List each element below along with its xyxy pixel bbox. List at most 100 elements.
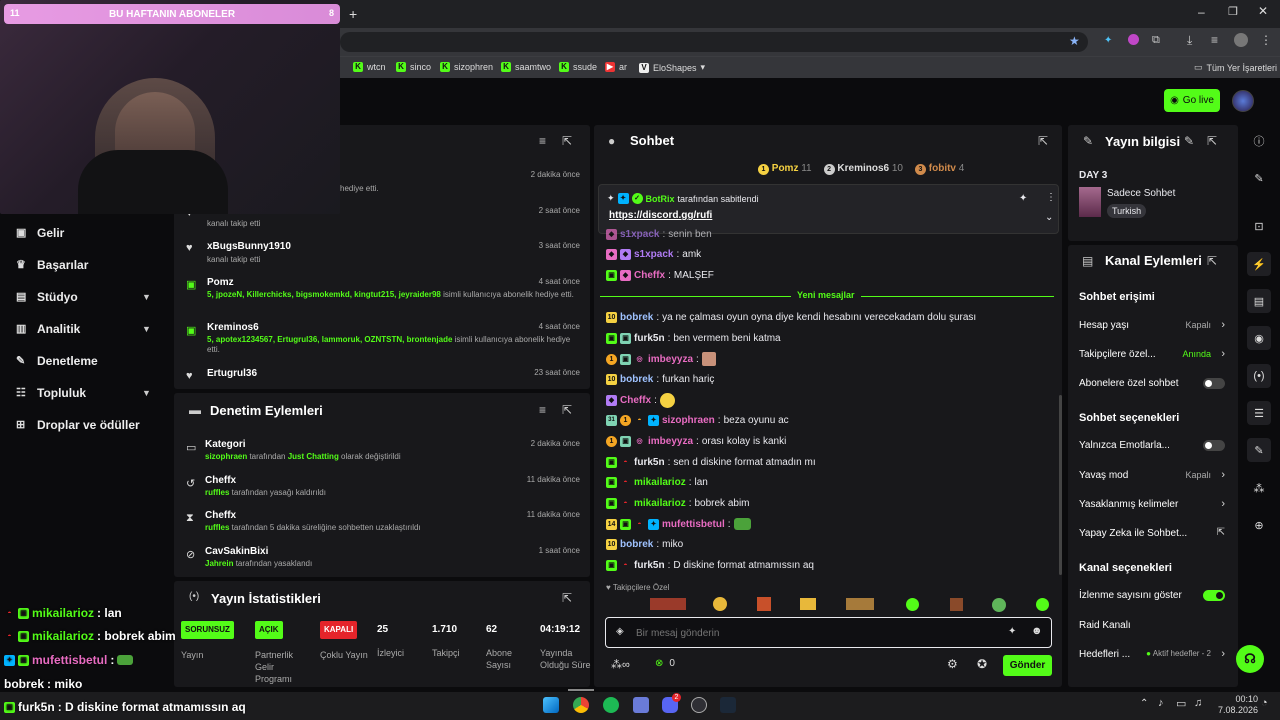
emote[interactable] bbox=[757, 597, 771, 611]
menu-icon[interactable]: ⋮ bbox=[1260, 33, 1272, 47]
kick-points[interactable]: ⊗ 0 bbox=[655, 658, 675, 669]
sidebar-item-gelir[interactable]: ▣ Gelir bbox=[16, 226, 156, 240]
emoji-icon[interactable]: ☻ bbox=[1031, 625, 1043, 637]
pin-icon[interactable]: ✦ bbox=[1019, 193, 1027, 204]
download-icon[interactable]: ⤓ bbox=[1187, 33, 1192, 48]
followers-only-setting[interactable]: Takipçilere özel... Anında › bbox=[1079, 348, 1225, 360]
steam-icon[interactable] bbox=[720, 697, 736, 713]
section-heading: Sohbet seçenekleri bbox=[1079, 412, 1180, 424]
notifications-icon[interactable]: ◔ bbox=[1261, 697, 1268, 709]
viewer-count-toggle[interactable] bbox=[1203, 590, 1225, 601]
banned-words-setting[interactable]: Yasaklanmış kelimeler › bbox=[1079, 498, 1225, 510]
sidebar-item-denetleme[interactable]: ✎ Denetleme bbox=[16, 354, 156, 368]
windows-start-icon[interactable] bbox=[543, 697, 559, 713]
filter-icon[interactable]: ≡ bbox=[539, 403, 546, 417]
ai-chat-setting[interactable]: Yapay Zeka ile Sohbet... ⇱ bbox=[1079, 527, 1225, 539]
channel-points-icon[interactable]: ⁂∞ bbox=[611, 658, 630, 671]
volume-icon[interactable]: ♫ bbox=[1194, 697, 1202, 709]
address-bar[interactable] bbox=[340, 32, 1088, 52]
extension-icon[interactable]: ✦ bbox=[1104, 35, 1112, 46]
maximize-button[interactable]: ❐ bbox=[1228, 5, 1238, 18]
go-live-button[interactable]: ◉ Go live bbox=[1164, 89, 1220, 112]
media-icon[interactable]: ≡ bbox=[1211, 33, 1218, 47]
document-icon[interactable]: ▤ bbox=[1247, 289, 1271, 313]
emote[interactable] bbox=[650, 598, 686, 610]
emote[interactable] bbox=[1036, 598, 1049, 611]
bookmark[interactable]: V EloShapes ▾ bbox=[639, 62, 705, 73]
emote[interactable] bbox=[846, 598, 874, 610]
send-button[interactable]: Gönder bbox=[1003, 655, 1052, 676]
chat-input[interactable] bbox=[636, 624, 996, 642]
slow-mode-setting[interactable]: Yavaş mod Kapalı › bbox=[1079, 469, 1225, 481]
pinned-link[interactable]: https://discord.gg/rufi bbox=[609, 210, 712, 221]
bookmark[interactable]: Ksinco bbox=[396, 62, 431, 72]
avatar[interactable] bbox=[1232, 90, 1254, 112]
profile-avatar[interactable] bbox=[1234, 33, 1248, 47]
edit-icon[interactable]: ✎ bbox=[1247, 166, 1271, 190]
chat-bubble-icon[interactable]: ◉ bbox=[1247, 326, 1271, 350]
subs-only-toggle[interactable] bbox=[1203, 378, 1225, 389]
gifter[interactable]: 1 Pomz 11 bbox=[758, 163, 812, 175]
bookmark[interactable]: ▶ ar bbox=[605, 62, 627, 72]
edit-icon[interactable]: ✎ bbox=[1184, 134, 1194, 148]
microphone-icon[interactable]: ♪ bbox=[1158, 697, 1164, 709]
bookmark[interactable]: Kssude bbox=[559, 62, 597, 72]
chrome-icon[interactable] bbox=[573, 697, 589, 713]
settings-icon[interactable]: ⚙ bbox=[947, 657, 958, 671]
gift-icon[interactable]: ⊕ bbox=[1247, 513, 1271, 537]
popout-icon[interactable]: ⇱ bbox=[1207, 134, 1217, 148]
close-window-button[interactable]: ✕ bbox=[1258, 4, 1268, 18]
users-icon[interactable]: ⁂ bbox=[1247, 476, 1271, 500]
bookmark[interactable]: Kwtcn bbox=[353, 62, 386, 72]
filter-icon[interactable]: ≡ bbox=[539, 134, 546, 148]
emote[interactable] bbox=[800, 598, 816, 610]
bolt-icon[interactable]: ⚡ bbox=[1247, 252, 1271, 276]
gifter[interactable]: 3 fobitv 4 bbox=[915, 163, 964, 175]
chevron-up-icon[interactable]: ⌃ bbox=[1140, 698, 1148, 709]
bookmark[interactable]: Ksizophren bbox=[440, 62, 493, 72]
all-bookmarks-folder[interactable]: ▭ Tüm Yer İşaretleri bbox=[1194, 62, 1277, 73]
emote[interactable] bbox=[992, 598, 1006, 612]
sidebar-item-studyo[interactable]: ▤ Stüdyo ▼ bbox=[16, 290, 156, 304]
wrench-icon[interactable]: ✎ bbox=[1247, 438, 1271, 462]
popout-icon[interactable]: ⇱ bbox=[562, 134, 572, 148]
sidebar-item-droplar[interactable]: ⊞ Droplar ve ödüller bbox=[16, 418, 176, 432]
sidebar-item-topluluk[interactable]: ☷ Topluluk ▼ bbox=[16, 386, 156, 400]
mod-tools-icon[interactable]: ✪ bbox=[977, 657, 987, 671]
support-button[interactable]: ☊ bbox=[1236, 645, 1264, 673]
bookmark-star-icon[interactable]: ★ bbox=[1069, 34, 1080, 48]
new-tab-button[interactable]: + bbox=[349, 6, 357, 22]
chat-input-box[interactable]: ◈ ✦ ☻ bbox=[605, 617, 1052, 648]
spotify-icon[interactable] bbox=[603, 697, 619, 713]
popout-icon[interactable]: ⇱ bbox=[1038, 134, 1048, 148]
popout-icon[interactable]: ⇱ bbox=[562, 403, 572, 417]
puzzle-icon[interactable]: ⧉ bbox=[1152, 34, 1160, 47]
emote[interactable] bbox=[950, 598, 963, 611]
network-icon[interactable]: ▭ bbox=[1176, 697, 1186, 710]
chat-scrollbar[interactable] bbox=[1059, 395, 1062, 575]
info-icon[interactable]: ⓘ bbox=[1247, 129, 1271, 153]
emote[interactable] bbox=[713, 597, 727, 611]
chevron-down-icon[interactable]: ⌄ bbox=[1045, 212, 1053, 223]
list-icon[interactable]: ☰ bbox=[1247, 401, 1271, 425]
clock[interactable]: 00:10 7.08.2026 bbox=[1218, 694, 1258, 716]
popout-icon[interactable]: ⇱ bbox=[1207, 254, 1217, 268]
broadcast-icon[interactable]: (•) bbox=[1247, 364, 1271, 388]
minimize-button[interactable]: – bbox=[1198, 5, 1205, 19]
sidebar-item-analitik[interactable]: ▥ Analitik ▼ bbox=[16, 322, 156, 336]
goals-setting[interactable]: Hedefleri ... ● Aktif hedefler - 2 › bbox=[1079, 648, 1225, 660]
app-icon[interactable] bbox=[633, 697, 649, 713]
sidebar-item-basarilar[interactable]: ♛ Başarılar bbox=[16, 258, 156, 272]
account-age-setting[interactable]: Hesap yaşı Kapalı › bbox=[1079, 319, 1225, 331]
translate-icon[interactable]: ✦ bbox=[1008, 626, 1016, 637]
more-options-icon[interactable]: ⋮ bbox=[1046, 192, 1056, 203]
raid-setting[interactable]: Raid Kanalı bbox=[1079, 620, 1225, 631]
emote[interactable] bbox=[906, 598, 919, 611]
capture-icon[interactable]: ⊡ bbox=[1247, 214, 1271, 238]
gifter[interactable]: 2 Kreminos6 10 bbox=[823, 163, 903, 175]
emotes-only-toggle[interactable] bbox=[1203, 440, 1225, 451]
bookmark[interactable]: Ksaamtwo bbox=[501, 62, 551, 72]
popout-icon[interactable]: ⇱ bbox=[562, 591, 572, 605]
extension-icon[interactable] bbox=[1128, 34, 1139, 45]
obs-icon[interactable] bbox=[691, 697, 707, 713]
